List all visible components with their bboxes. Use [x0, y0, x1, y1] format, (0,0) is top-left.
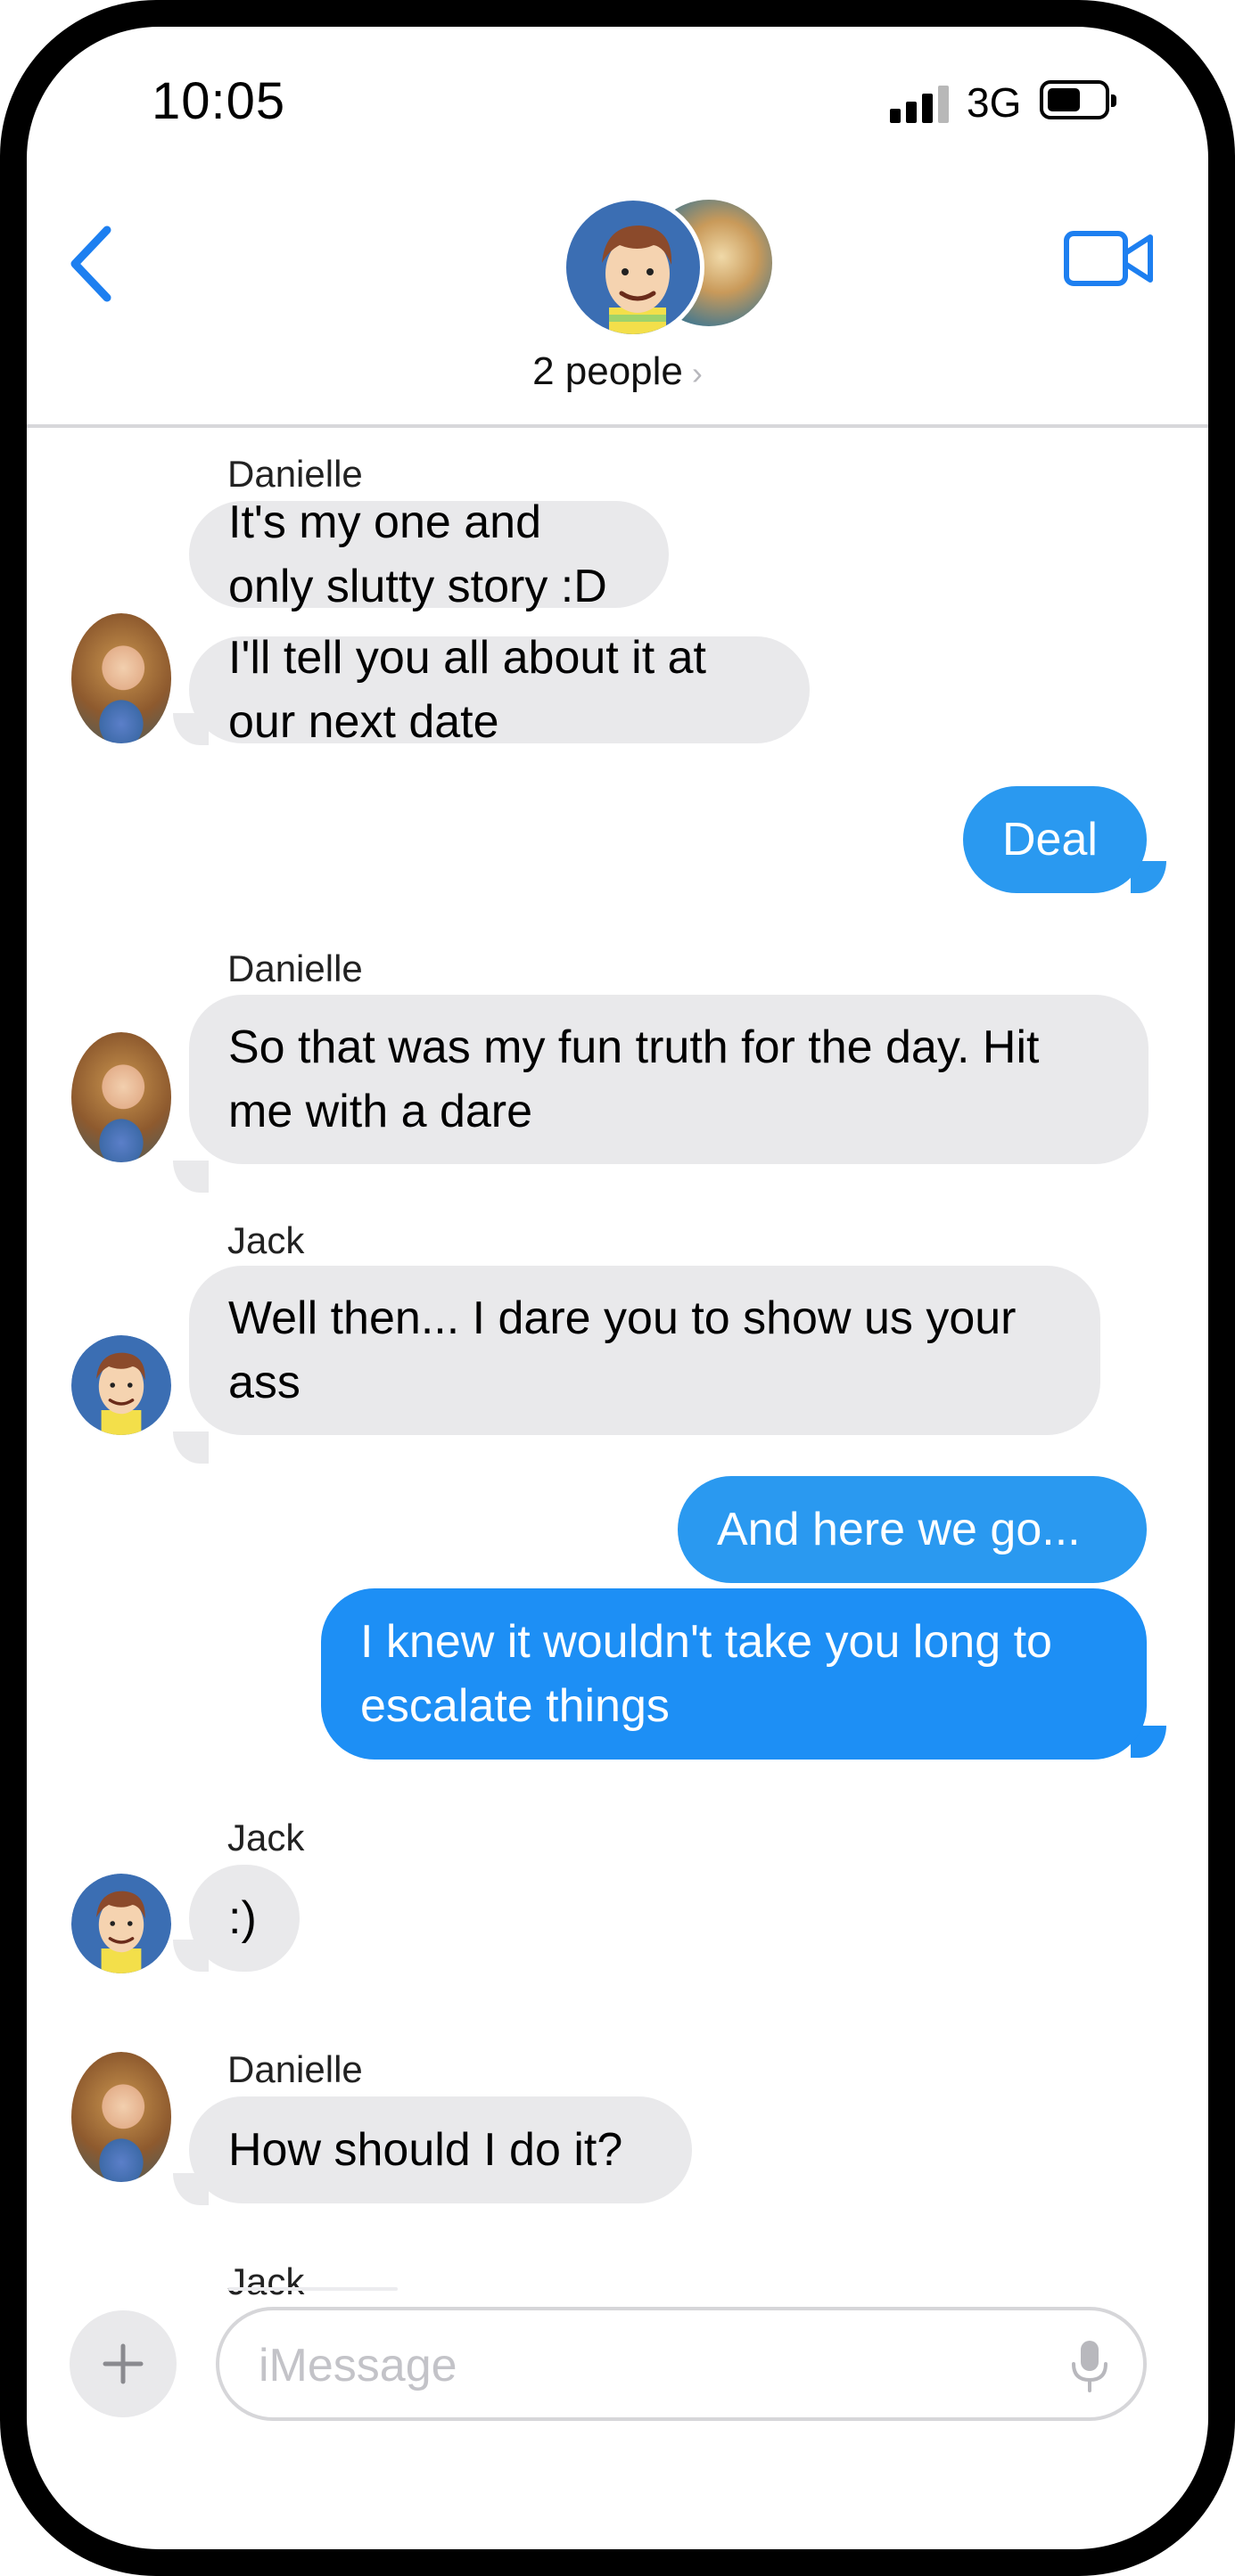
message-text: How should I do it? — [228, 2124, 623, 2176]
network-label: 3G — [967, 79, 1022, 126]
avatar — [71, 613, 171, 749]
sender-name: Danielle — [227, 2048, 363, 2090]
jack-avatar — [562, 196, 704, 339]
group-avatars[interactable] — [562, 196, 776, 348]
header-divider — [27, 424, 1208, 428]
group-people-label[interactable]: 2 people › — [27, 349, 1208, 394]
message-input[interactable] — [259, 2334, 1025, 2398]
message-bubble[interactable]: And here we go... — [678, 1476, 1147, 1583]
back-button[interactable] — [61, 214, 141, 312]
message-text: Well then... I dare you to show us your — [228, 1292, 1017, 1344]
people-count-label: 2 people — [532, 349, 683, 393]
chevron-right-icon: › — [691, 355, 703, 391]
battery-icon — [1040, 80, 1116, 119]
message-bubble[interactable]: I'll tell you all about it at our next d… — [189, 632, 810, 748]
plus-icon — [103, 2343, 144, 2384]
avatar — [71, 1032, 171, 1168]
message-text: me with a dare — [228, 1086, 533, 1137]
jack-avatar — [71, 1335, 171, 1435]
video-camera-icon — [1064, 231, 1153, 286]
message-text: So that was my fun truth for the day. Hi… — [228, 1021, 1040, 1073]
danielle-avatar — [71, 613, 171, 743]
status-time: 10:05 — [152, 72, 286, 130]
apps-plus-button[interactable] — [70, 2310, 177, 2417]
avatar — [71, 1874, 171, 2009]
signal-icon — [890, 86, 949, 123]
phone-frame: 10:05 3G 2 people › Danielle It's my one… — [0, 0, 1235, 2576]
message-text: I'll tell you all about it at our next d… — [228, 632, 706, 748]
sender-name: Danielle — [227, 453, 363, 495]
message-text: It's my one and only slutty story :D — [228, 496, 607, 612]
avatar — [71, 1335, 171, 1471]
imessage-input-field[interactable] — [216, 2307, 1147, 2421]
message-bubble[interactable]: Well then... I dare you to show us your … — [189, 1266, 1100, 1435]
microphone-icon[interactable] — [1068, 2337, 1111, 2394]
message-bubble[interactable]: :) — [189, 1865, 300, 1972]
message-text: Deal — [1002, 814, 1098, 866]
avatar — [71, 2052, 171, 2187]
message-text: And here we go... — [717, 1504, 1081, 1555]
message-bubble[interactable]: So that was my fun truth for the day. Hi… — [189, 995, 1149, 1164]
back-chevron-icon — [70, 226, 111, 302]
jack-avatar — [71, 1874, 171, 1973]
message-text: :) — [228, 1892, 257, 1944]
sender-name: Danielle — [227, 948, 363, 989]
message-bubble[interactable]: Deal — [963, 786, 1147, 893]
bubble-tail — [173, 1432, 209, 1464]
danielle-avatar — [71, 2052, 171, 2182]
sender-name: Jack — [227, 2260, 305, 2302]
message-bubble[interactable]: It's my one and only slutty story :D — [189, 496, 669, 612]
message-text: ass — [228, 1357, 301, 1408]
video-call-button[interactable] — [1061, 223, 1159, 294]
sender-name: Jack — [227, 1817, 305, 1858]
message-bubble[interactable]: How should I do it? — [189, 2096, 692, 2203]
messages-screen: 10:05 3G 2 people › Danielle It's my one… — [27, 27, 1208, 2549]
bubble-tail — [173, 1161, 209, 1193]
partial-message-bubble — [228, 2287, 398, 2291]
message-text: escalate things — [360, 1680, 670, 1732]
sender-name: Jack — [227, 1219, 305, 1261]
message-bubble[interactable]: I knew it wouldn't take you long to esca… — [321, 1588, 1147, 1760]
message-text: I knew it wouldn't take you long to — [360, 1616, 1052, 1668]
danielle-avatar — [71, 1032, 171, 1162]
